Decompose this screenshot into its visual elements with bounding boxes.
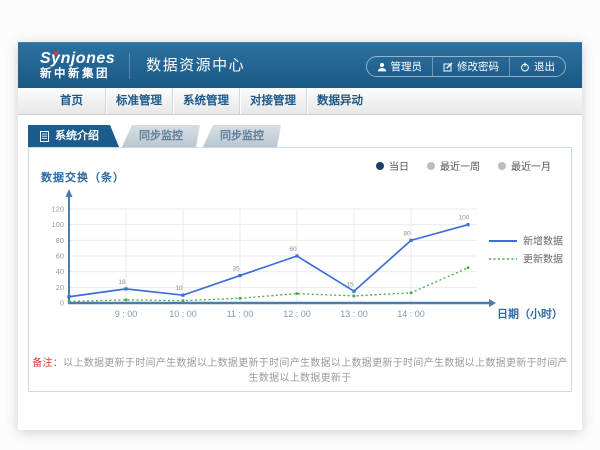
- radio-last-week[interactable]: 最近一周: [427, 158, 480, 173]
- nav-item-system-mgmt[interactable]: 系统管理: [172, 88, 239, 114]
- edit-icon: [443, 62, 453, 72]
- app-window: Synjones 新中新集团 数据资源中心 管理员 修改密码 退出 首页 标准管…: [18, 42, 582, 430]
- page-title: 数据资源中心: [129, 53, 245, 79]
- svg-text:100: 100: [459, 215, 470, 222]
- svg-text:新增数据: 新增数据: [523, 235, 563, 248]
- radio-last-month-label: 最近一月: [511, 158, 551, 173]
- tab-sync-monitor-2[interactable]: 同步监控: [203, 125, 281, 147]
- radio-last-month[interactable]: 最近一月: [498, 158, 551, 173]
- svg-text:18: 18: [118, 279, 126, 286]
- power-icon: [520, 62, 530, 72]
- user-icon: [377, 62, 387, 72]
- line-chart: 0 20 40 60 80 100 120 9 : 00 10 : 00 11 : 00 12 : …: [41, 186, 571, 326]
- radio-last-week-label: 最近一周: [440, 158, 480, 173]
- svg-text:80: 80: [56, 236, 64, 245]
- svg-text:10 : 00: 10 : 00: [169, 309, 197, 319]
- svg-text:20: 20: [56, 283, 64, 292]
- footnote: 备注：以上数据更新于时间产生数据以上数据更新于时间产生数据以上数据更新于时间产生…: [29, 354, 571, 384]
- svg-text:11 : 00: 11 : 00: [227, 309, 254, 319]
- svg-text:10: 10: [175, 285, 183, 292]
- svg-text:13 : 00: 13 : 00: [340, 309, 368, 319]
- svg-text:12 : 00: 12 : 00: [283, 309, 311, 319]
- svg-text:日期（小时）: 日期（小时）: [497, 307, 563, 321]
- logout-label: 退出: [534, 59, 555, 74]
- svg-text:40: 40: [56, 267, 64, 276]
- y-axis-title: 数据交换（条）: [41, 169, 125, 185]
- header-actions: 管理员 修改密码 退出: [366, 56, 567, 77]
- svg-text:120: 120: [51, 205, 64, 214]
- user-button-label: 管理员: [391, 59, 423, 74]
- document-icon: [40, 131, 49, 142]
- nav-item-data-change[interactable]: 数据异动: [306, 88, 373, 114]
- svg-text:14 : 00: 14 : 00: [397, 309, 425, 319]
- tab-label: 系统介绍: [55, 125, 99, 147]
- radio-today[interactable]: 当日: [376, 158, 409, 173]
- tab-bar: 系统介绍 同步监控 同步监控: [28, 125, 582, 147]
- radio-today-label: 当日: [389, 158, 409, 173]
- tab-sync-monitor-1[interactable]: 同步监控: [122, 125, 200, 147]
- radio-selected-icon: [376, 162, 384, 170]
- footnote-text: 以上数据更新于时间产生数据以上数据更新于时间产生数据以上数据更新于时间产生数据以…: [63, 358, 568, 384]
- logo-main-text: Synjones: [40, 50, 115, 68]
- user-button[interactable]: 管理员: [367, 57, 433, 76]
- change-password-label: 修改密码: [457, 59, 499, 74]
- footnote-label: 备注：: [32, 358, 63, 369]
- nav-item-integration-mgmt[interactable]: 对接管理: [239, 88, 306, 114]
- svg-text:9 : 00: 9 : 00: [115, 309, 138, 319]
- svg-text:80: 80: [403, 230, 411, 237]
- svg-text:0: 0: [60, 299, 64, 308]
- main-nav: 首页 标准管理 系统管理 对接管理 数据异动: [18, 88, 582, 115]
- logo: Synjones 新中新集团: [40, 50, 115, 80]
- svg-text:15: 15: [346, 281, 354, 288]
- logout-button[interactable]: 退出: [509, 57, 565, 76]
- app-header: Synjones 新中新集团 数据资源中心 管理员 修改密码 退出: [18, 42, 582, 88]
- period-radio-group: 当日 最近一周 最近一月: [376, 158, 551, 173]
- svg-text:60: 60: [289, 246, 297, 253]
- svg-text:35: 35: [232, 266, 240, 273]
- svg-text:更新数据: 更新数据: [523, 253, 563, 266]
- tab-system-intro[interactable]: 系统介绍: [28, 125, 119, 147]
- radio-unselected-icon: [498, 162, 506, 170]
- nav-item-home[interactable]: 首页: [38, 88, 105, 114]
- nav-item-standard-mgmt[interactable]: 标准管理: [105, 88, 172, 114]
- svg-text:60: 60: [56, 252, 64, 261]
- logo-sub-text: 新中新集团: [40, 68, 115, 81]
- radio-unselected-icon: [427, 162, 435, 170]
- svg-text:100: 100: [51, 220, 64, 229]
- chart-panel: 当日 最近一周 最近一月 数据交换（条） 0 20 40 60 80 100 120 9 : …: [28, 147, 572, 392]
- change-password-button[interactable]: 修改密码: [432, 57, 509, 76]
